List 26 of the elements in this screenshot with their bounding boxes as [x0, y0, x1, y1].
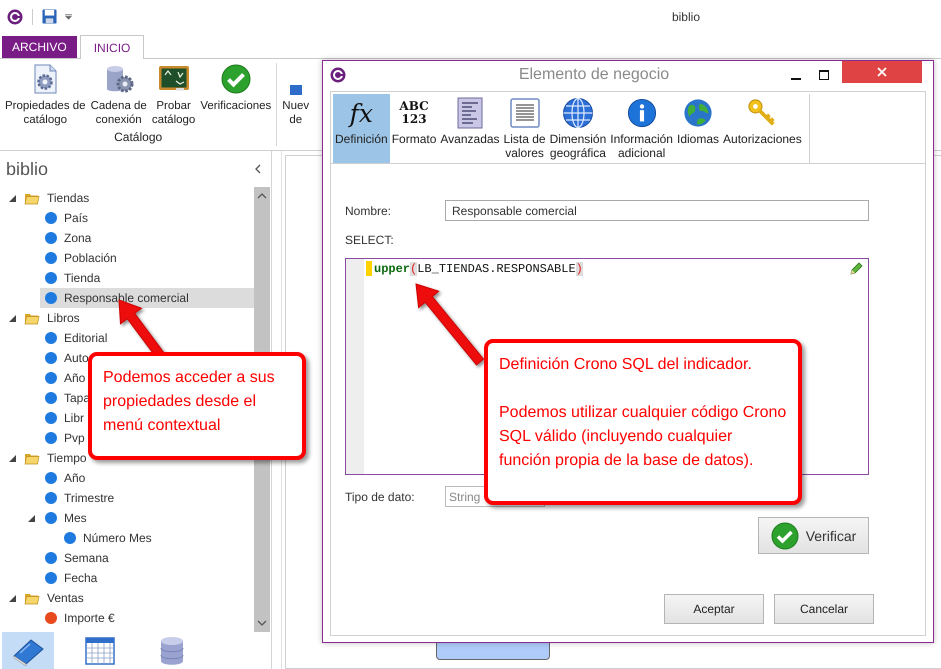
callout-text: Podemos acceder a sus propiedades desde el menú contextual — [103, 368, 276, 436]
toolbar-button-label: Idiomas — [676, 132, 720, 146]
window-title: biblio — [672, 10, 700, 24]
panel-title: biblio — [6, 158, 48, 180]
ribbon-button-label: Probar catálogo — [152, 99, 196, 127]
toolbar-button-label: Información adicional — [610, 132, 673, 160]
toolbar-button-label: Lista de valores — [504, 132, 546, 160]
ribbon-button-label: Verificaciones — [200, 99, 272, 113]
toolbar-button-label: Formato — [392, 132, 436, 146]
toolbar-button-label: Avanzadas — [440, 132, 500, 146]
ribbon-button-label: Propiedades de catálogo — [5, 99, 86, 127]
toolbar-button-label: Autorizaciones — [723, 132, 802, 146]
callout-text: Podemos utilizar cualquier código Crono SQL válido (incluyendo cualquier función propia de la base de datos). — [499, 403, 788, 471]
dialog-title: Elemento de negocio — [518, 66, 670, 84]
ribbon-button-label: Nuev de — [282, 99, 310, 127]
ribbon-button-label: Cadena de conexión — [90, 99, 147, 127]
field-label: Nombre: — [345, 204, 392, 218]
ribbon-group-label: Catálogo — [114, 130, 162, 144]
toolbar-button-label: Definición — [335, 132, 388, 146]
code-line: upper(LB_TIENDAS.RESPONSABLE) — [374, 262, 583, 276]
field-label: SELECT: — [345, 233, 395, 247]
function-icon: fx — [350, 98, 374, 128]
toolbar-button-label: Dimensión geográfica — [550, 132, 606, 160]
field-label: Tipo de dato: — [345, 490, 416, 504]
format-icon: ABC 123 — [399, 100, 429, 126]
callout-text: Definición Crono SQL del indicador. — [499, 355, 753, 375]
